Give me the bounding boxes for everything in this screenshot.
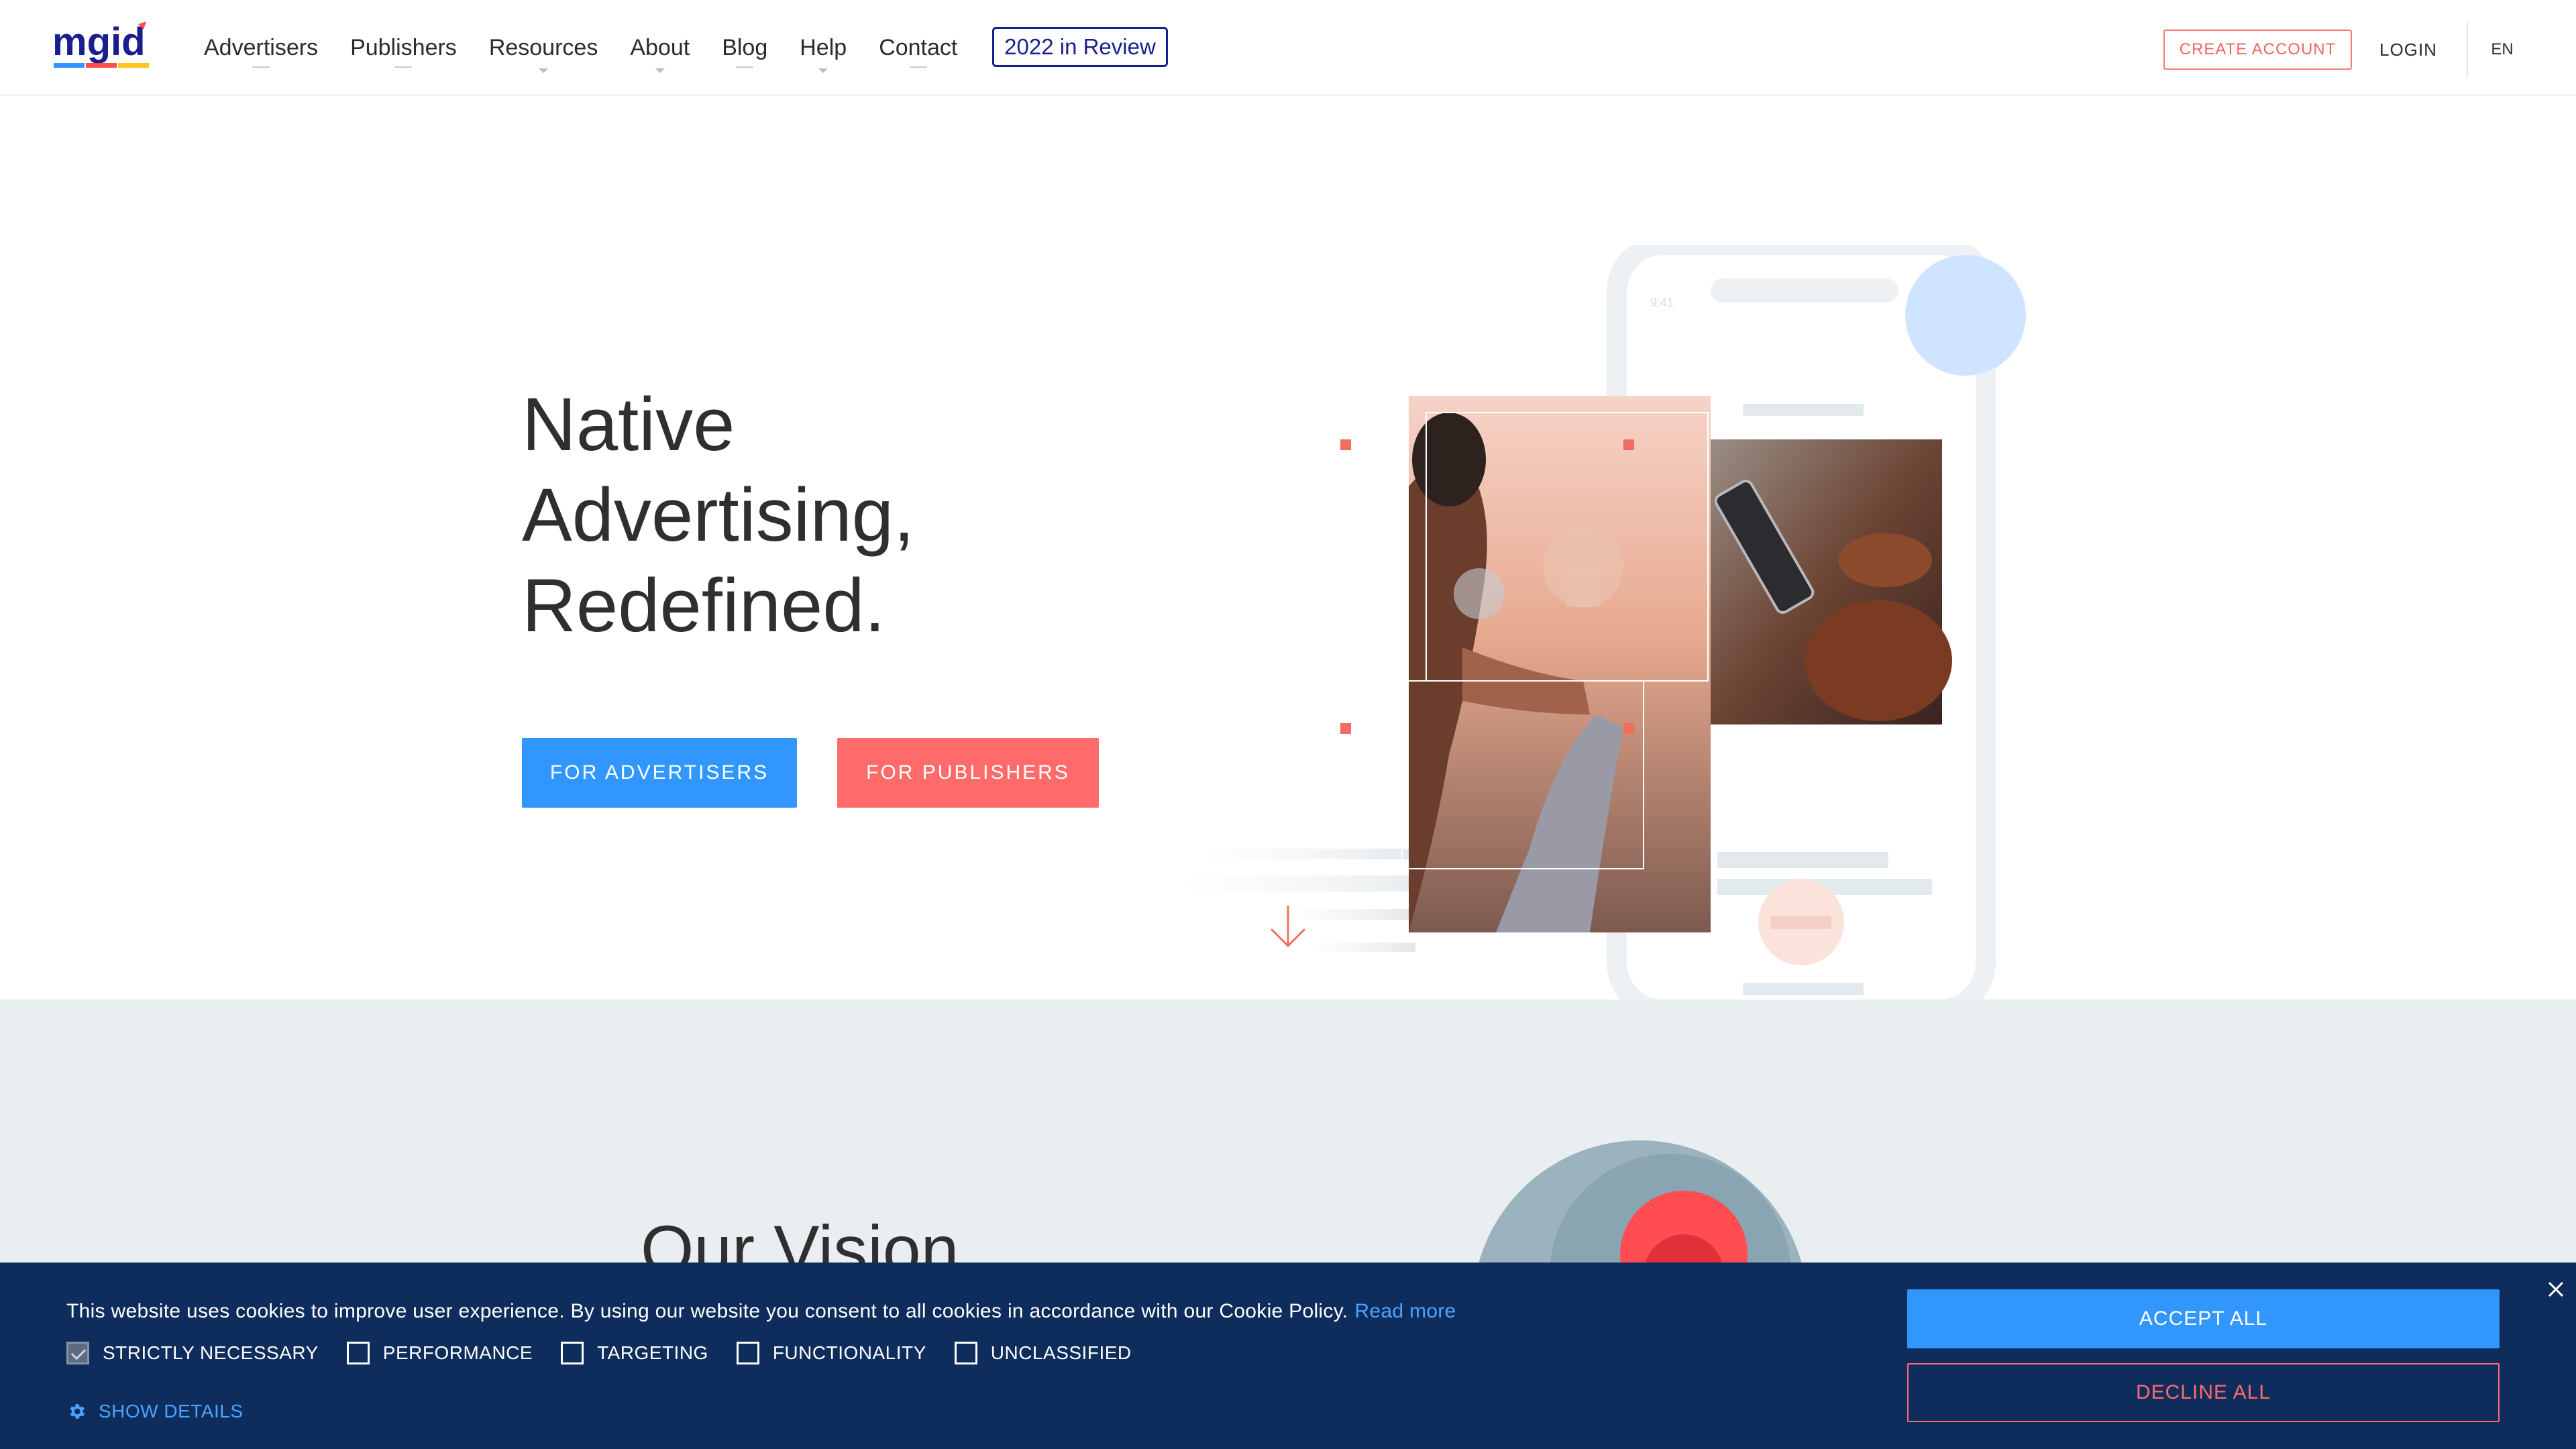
nav-underline bbox=[394, 66, 413, 68]
mgid-logo[interactable]: mgid bbox=[52, 20, 153, 71]
cookie-options: STRICTLY NECESSARY PERFORMANCE TARGETING… bbox=[66, 1342, 1160, 1364]
show-details-link[interactable]: SHOW DETAILS bbox=[66, 1401, 244, 1422]
decline-all-button[interactable]: DECLINE ALL bbox=[1907, 1363, 2500, 1422]
site-header: mgid Advertisers Publishers Resources Ab… bbox=[0, 0, 2576, 96]
gear-icon bbox=[70, 1404, 85, 1419]
checkbox[interactable] bbox=[561, 1342, 584, 1364]
accept-all-button[interactable]: ACCEPT ALL bbox=[1907, 1289, 2500, 1348]
checkbox[interactable] bbox=[954, 1342, 977, 1364]
cookie-option-functionality[interactable]: FUNCTIONALITY bbox=[736, 1342, 926, 1364]
phone-time: 9:41 bbox=[1650, 296, 1674, 309]
cookie-option-label: TARGETING bbox=[597, 1342, 708, 1363]
cookie-message-text: This website uses cookies to improve use… bbox=[66, 1300, 1348, 1322]
nav-publishers[interactable]: Publishers bbox=[350, 0, 457, 96]
cookie-option-targeting[interactable]: TARGETING bbox=[561, 1342, 708, 1364]
nav-blog[interactable]: Blog bbox=[722, 0, 767, 96]
for-publishers-button[interactable]: FOR PUBLISHERS bbox=[837, 738, 1099, 808]
close-glyph bbox=[2548, 1281, 2564, 1297]
checkbox[interactable] bbox=[736, 1342, 759, 1364]
chevron-down-icon bbox=[539, 68, 549, 73]
chevron-down-icon bbox=[655, 68, 665, 73]
nav-label: Resources bbox=[488, 35, 598, 60]
nav-label: Contact bbox=[879, 35, 958, 60]
header-divider bbox=[2467, 21, 2468, 78]
cookie-banner: This website uses cookies to improve use… bbox=[0, 1263, 2576, 1449]
hero-title-line: Redefined. bbox=[522, 564, 885, 647]
nav-label: About bbox=[630, 35, 690, 60]
nav-advertisers[interactable]: Advertisers bbox=[204, 0, 318, 96]
hero-title-line: Advertising, bbox=[522, 473, 915, 557]
nav-label: Help bbox=[800, 35, 847, 60]
hero-illustration: 9:41 bbox=[1181, 245, 2026, 1003]
nav-label: Advertisers bbox=[204, 35, 319, 60]
cookie-message: This website uses cookies to improve use… bbox=[66, 1300, 1456, 1323]
checkbox-checked[interactable] bbox=[66, 1342, 89, 1364]
create-account-button[interactable]: CREATE ACCOUNT bbox=[2163, 30, 2352, 70]
chevron-down-icon bbox=[818, 68, 828, 73]
show-details-label: SHOW DETAILS bbox=[99, 1401, 244, 1421]
svg-text:mgid: mgid bbox=[52, 20, 146, 64]
hero-title: Native Advertising, Redefined. bbox=[522, 379, 1126, 651]
nav-help[interactable]: Help bbox=[800, 0, 847, 96]
review-2022-button[interactable]: 2022 in Review bbox=[992, 27, 1168, 67]
login-link[interactable]: LOGIN bbox=[2371, 30, 2445, 70]
for-advertisers-button[interactable]: FOR ADVERTISERS bbox=[522, 738, 797, 808]
nav-contact[interactable]: Contact bbox=[879, 0, 957, 96]
close-icon[interactable] bbox=[2542, 1276, 2569, 1303]
read-more-link[interactable]: Read more bbox=[1354, 1300, 1456, 1322]
nav-label: Publishers bbox=[350, 35, 457, 60]
cookie-option-label: FUNCTIONALITY bbox=[772, 1342, 926, 1363]
cookie-option-label: UNCLASSIFIED bbox=[990, 1342, 1132, 1363]
cookie-option-label: STRICTLY NECESSARY bbox=[103, 1342, 319, 1363]
nav-about[interactable]: About bbox=[630, 0, 690, 96]
nav-resources[interactable]: Resources bbox=[489, 0, 598, 96]
cookie-option-performance[interactable]: PERFORMANCE bbox=[346, 1342, 533, 1364]
main-nav: Advertisers Publishers Resources About B… bbox=[204, 0, 989, 96]
nav-underline bbox=[909, 66, 927, 68]
checkbox[interactable] bbox=[346, 1342, 370, 1364]
nav-underline bbox=[736, 66, 754, 68]
decor-circle bbox=[1905, 255, 2026, 376]
language-selector[interactable]: EN bbox=[2482, 30, 2522, 70]
nav-label: Blog bbox=[722, 35, 768, 60]
cookie-option-label: PERFORMANCE bbox=[382, 1342, 533, 1363]
hero-section: Native Advertising, Redefined. FOR ADVER… bbox=[0, 97, 2576, 1003]
cookie-option-strictly-necessary[interactable]: STRICTLY NECESSARY bbox=[66, 1342, 319, 1364]
hero-title-line: Native bbox=[522, 382, 735, 466]
cookie-option-unclassified[interactable]: UNCLASSIFIED bbox=[954, 1342, 1132, 1364]
nav-underline bbox=[252, 66, 270, 68]
